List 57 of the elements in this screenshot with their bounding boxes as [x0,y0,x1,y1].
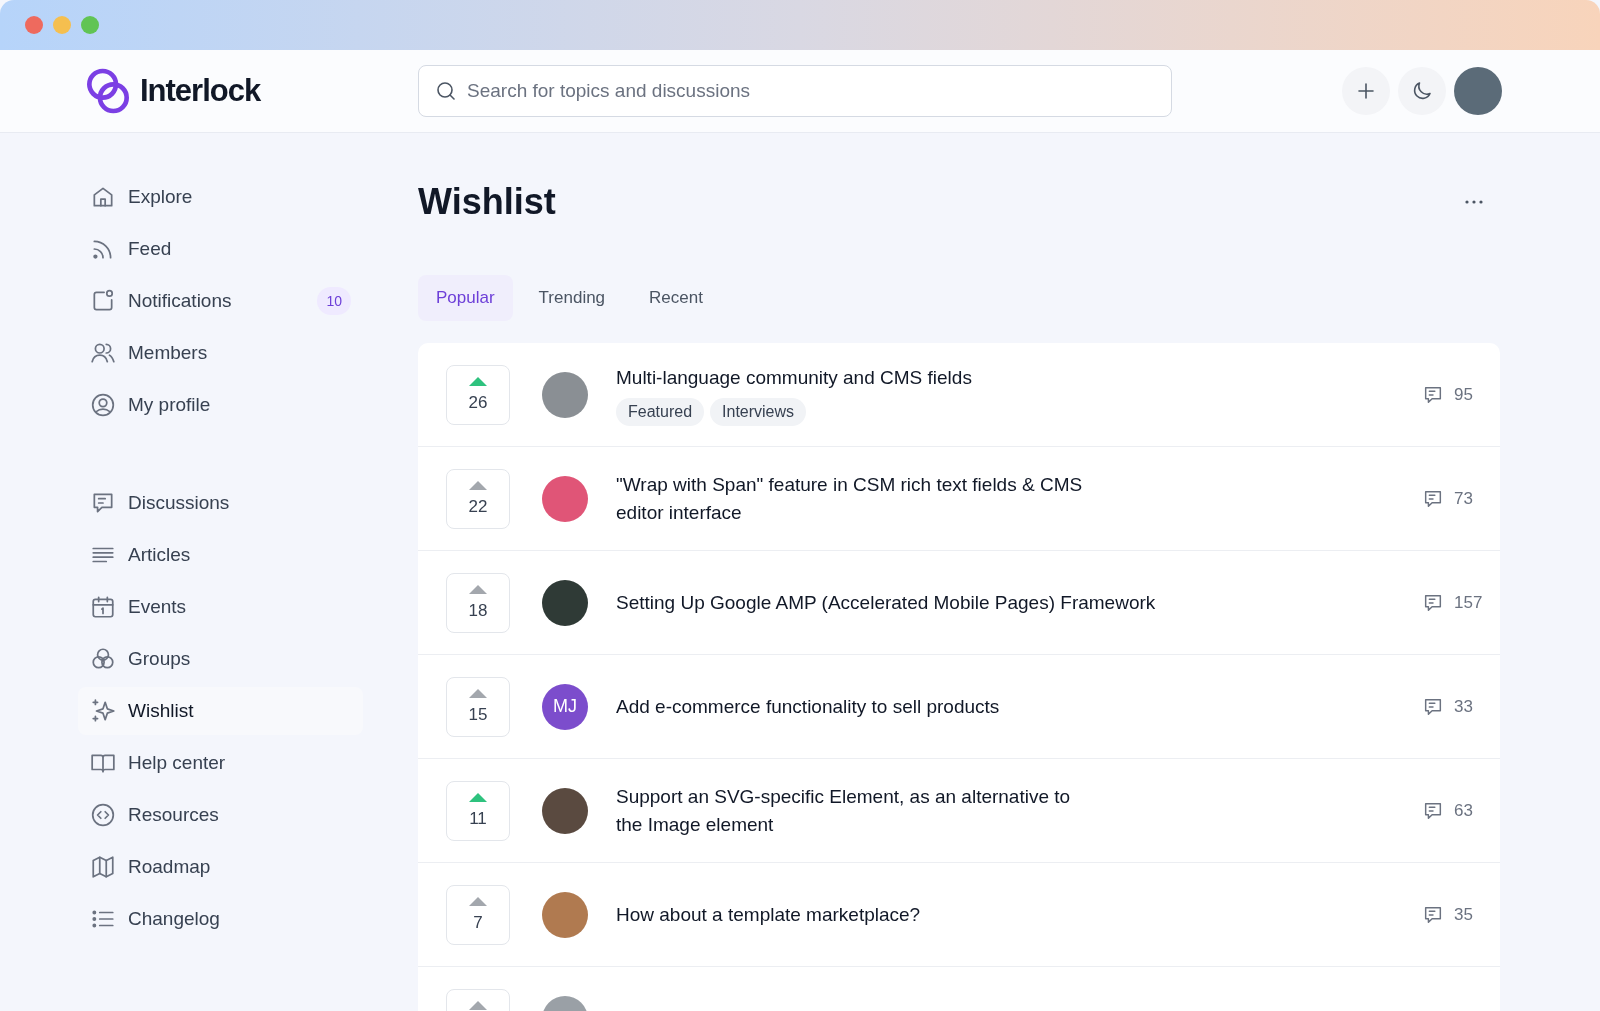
sidebar-item[interactable]: Changelog [78,895,363,943]
map-icon [90,854,116,880]
post-title-link[interactable]: How about a template marketplace? [616,900,1422,929]
calendar-icon [90,594,116,620]
sidebar-item[interactable]: Articles [78,531,363,579]
upvote-button[interactable]: 26 [446,364,510,425]
logo-text: Interlock [140,71,261,110]
upvote-button[interactable]: 18 [446,572,510,633]
circles-icon [90,646,116,672]
sidebar-item[interactable]: Explore [78,173,363,221]
post-title-link[interactable]: Add e-commerce functionality to sell products [616,692,1422,721]
close-window-button[interactable] [25,16,43,34]
sidebar-item[interactable]: Feed [78,225,363,273]
post-title-link[interactable]: Multi-language community and CMS fields [616,363,1422,392]
upvote-button[interactable]: 15 [446,676,510,737]
maximize-window-button[interactable] [81,16,99,34]
sparkle-icon [90,698,116,724]
theme-button[interactable] [1398,67,1446,115]
comment-count: 63 [1454,799,1473,822]
sidebar-item[interactable]: Notifications 10 [78,277,363,325]
more-icon [1465,200,1483,204]
search-icon [434,79,458,103]
upvote-button[interactable]: 7 [446,884,510,945]
code-icon [90,802,116,828]
upvote-button[interactable]: 11 [446,780,510,841]
comment-count: 73 [1454,487,1473,510]
initials-avatar: MJ [542,683,588,730]
post-title-link[interactable]: Support an SVG-specific Element, as an alternative to the Image element [616,782,1086,839]
post-title-link[interactable]: Setting Up Google AMP (Accelerated Mobile Pages) Framework [616,588,1422,617]
tab[interactable]: Recent [631,275,721,321]
user-avatar[interactable] [1454,67,1502,115]
sidebar-item[interactable]: Wishlist [78,687,363,735]
sidebar-item[interactable]: Groups [78,635,363,683]
sidebar-item[interactable]: Discussions [78,479,363,527]
user-circle-icon [90,392,116,418]
sidebar-item[interactable]: Members [78,329,363,377]
tag[interactable]: Interviews [710,397,807,426]
sidebar-item[interactable]: Roadmap [78,843,363,891]
tab[interactable]: Popular [418,275,513,321]
sidebar-item[interactable]: Events [78,583,363,631]
comment-count: 33 [1454,695,1473,718]
page-title: Wishlist [418,180,556,224]
upvote-button[interactable]: 22 [446,468,510,529]
add-button[interactable] [1342,67,1390,115]
sidebar-item[interactable]: My profile [78,381,363,429]
search-field[interactable]: Search for topics and discussions [418,65,1172,117]
notification-icon [90,288,116,314]
sidebar-item[interactable]: Help center [78,739,363,787]
chat-icon [90,490,116,516]
post-title-link[interactable]: "Wrap with Span" feature in CSM rich text fields & CMS editor interface [616,470,1086,527]
comment-count: 95 [1454,383,1473,406]
tag[interactable]: Featured [616,397,705,426]
sidebar-item[interactable]: Resources [78,791,363,839]
comment-count: 157 [1454,591,1483,614]
comment-count: 35 [1454,903,1473,926]
tab[interactable]: Trending [520,275,624,321]
count-badge: 10 [317,287,351,315]
